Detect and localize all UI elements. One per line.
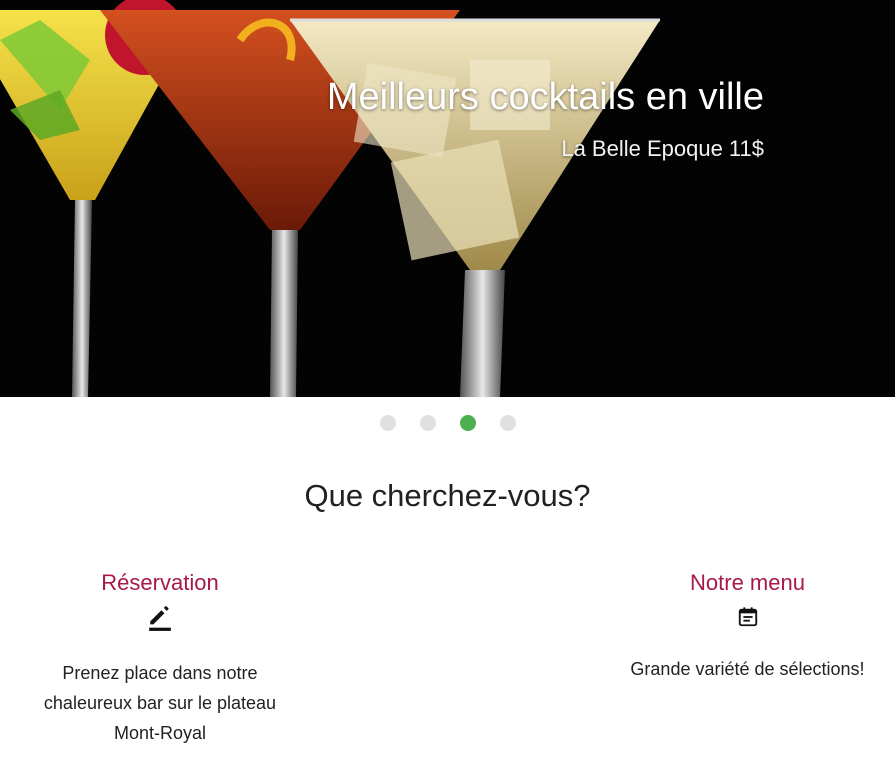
carousel-dot-1[interactable]	[379, 415, 396, 431]
menu-card: Notre menu Grande variété de sélections!	[605, 570, 890, 684]
carousel-dot-2[interactable]	[419, 415, 436, 431]
carousel-dot-4[interactable]	[499, 415, 516, 431]
reservation-text: Prenez place dans notre chaleureux bar s…	[43, 663, 277, 743]
hero-carousel-slide: Meilleurs cocktails en ville La Belle Ep…	[0, 0, 895, 397]
cocktail-glasses-image	[0, 0, 660, 397]
carousel-indicators	[0, 415, 895, 431]
hero-title: Meilleurs cocktails en ville	[326, 76, 764, 118]
hero-subtitle: La Belle Epoque 11$	[561, 136, 764, 161]
section-title: Que cherchez-vous?	[304, 478, 591, 513]
carousel-dot-3[interactable]	[459, 415, 476, 431]
calendar-note-icon	[738, 607, 757, 627]
menu-text: Grande variété de sélections!	[630, 659, 865, 679]
reservation-title[interactable]: Réservation	[20, 570, 300, 596]
menu-title[interactable]: Notre menu	[605, 570, 890, 596]
pencil-edit-icon	[149, 606, 171, 631]
reservation-card: Réservation Prenez place dans notre chal…	[20, 570, 300, 748]
